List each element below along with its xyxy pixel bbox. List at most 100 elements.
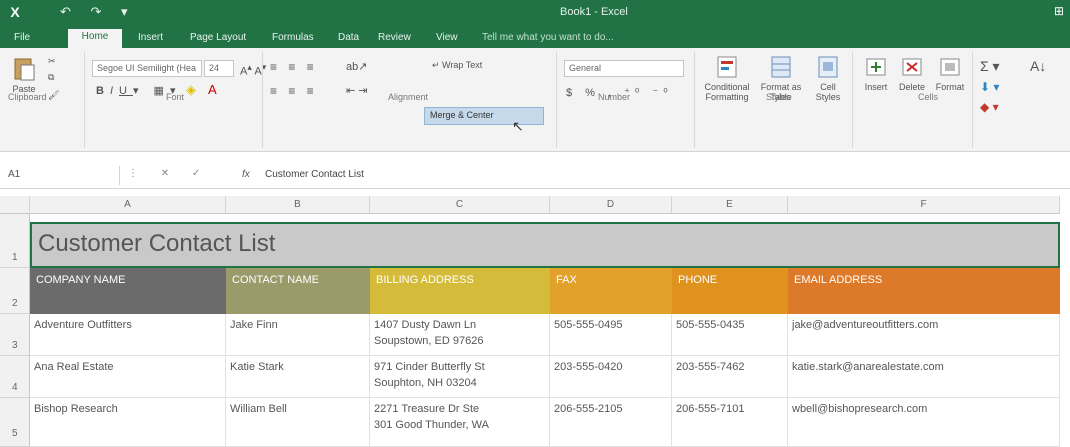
column-header-b[interactable]: B bbox=[226, 196, 370, 214]
cell-styles-button[interactable]: Cell Styles bbox=[808, 54, 848, 102]
column-header-a[interactable]: A bbox=[30, 196, 226, 214]
paste-button[interactable]: Paste bbox=[6, 56, 42, 94]
clear-icon[interactable]: ◆ ▾ bbox=[980, 100, 999, 114]
wrap-text-label: Wrap Text bbox=[442, 60, 483, 70]
tab-view[interactable]: View bbox=[432, 30, 462, 48]
cells-group-label: Cells bbox=[918, 92, 939, 102]
quick-access-toolbar[interactable]: ↶ ↷ ▾ bbox=[60, 4, 136, 20]
format-cells-button[interactable]: Format bbox=[932, 54, 968, 92]
address-line-2: Souphton, NH 03204 bbox=[374, 377, 477, 389]
cell-phone[interactable]: 505-555-0435 bbox=[672, 314, 788, 356]
sheet-title: Customer Contact List bbox=[38, 230, 276, 257]
header-company-name[interactable]: COMPANY NAME bbox=[30, 268, 226, 314]
column-header-f[interactable]: F bbox=[788, 196, 1060, 214]
fill-color-icon[interactable]: ◈ bbox=[186, 82, 196, 98]
tab-file[interactable]: File bbox=[10, 30, 34, 48]
mouse-pointer-icon: ↖ bbox=[512, 118, 524, 134]
insert-cells-button[interactable]: Insert bbox=[860, 54, 892, 92]
header-contact-name[interactable]: CONTACT NAME bbox=[226, 268, 370, 314]
address-line-1: 2271 Treasure Dr Ste bbox=[374, 403, 480, 415]
cell-email[interactable]: wbell@bishopresearch.com bbox=[788, 398, 1060, 447]
cell-email[interactable]: katie.stark@anarealestate.com bbox=[788, 356, 1060, 398]
title-bar: X ↶ ↷ ▾ Book1 - Excel ⊞ bbox=[0, 0, 1070, 26]
format-as-table-icon bbox=[771, 56, 791, 78]
format-painter-icon[interactable]: 🖌 bbox=[48, 90, 59, 101]
cell-contact[interactable]: William Bell bbox=[226, 398, 370, 447]
excel-logo-icon: X bbox=[10, 4, 20, 20]
delete-cells-button[interactable]: Delete bbox=[894, 54, 930, 92]
group-divider bbox=[972, 52, 973, 148]
column-header-c[interactable]: C bbox=[370, 196, 550, 214]
address-line-1: 1407 Dusty Dawn Ln bbox=[374, 319, 477, 331]
ribbon-display-icon[interactable]: ⊞ bbox=[1054, 4, 1064, 18]
font-group-label: Font bbox=[166, 92, 185, 102]
row-header-2[interactable]: 2 bbox=[0, 268, 30, 314]
format-cells-icon bbox=[940, 58, 960, 76]
copy-icon[interactable]: ⧉ bbox=[48, 72, 54, 83]
cell-fax[interactable]: 203-555-0420 bbox=[550, 356, 672, 398]
formula-input[interactable]: Customer Contact List bbox=[265, 169, 364, 180]
tab-formulas[interactable]: Formulas bbox=[268, 30, 318, 48]
cell-phone[interactable]: 206-555-7101 bbox=[672, 398, 788, 447]
row-header-5[interactable]: 5 bbox=[0, 398, 30, 447]
column-header-e[interactable]: E bbox=[672, 196, 788, 214]
conditional-formatting-button[interactable]: Conditional Formatting bbox=[700, 54, 754, 102]
cell-styles-icon bbox=[818, 56, 838, 78]
tab-insert[interactable]: Insert bbox=[134, 30, 167, 48]
cell-company[interactable]: Ana Real Estate bbox=[30, 356, 226, 398]
cell-address[interactable]: 2271 Treasure Dr Ste 301 Good Thunder, W… bbox=[370, 398, 550, 447]
font-size-combo[interactable]: 24 bbox=[204, 60, 234, 77]
row-header-1[interactable]: 1 bbox=[0, 214, 30, 268]
header-fax[interactable]: FAX bbox=[550, 268, 672, 314]
ribbon-tabs: File Home Insert Page Layout Formulas Da… bbox=[0, 26, 1070, 48]
header-phone[interactable]: PHONE bbox=[672, 268, 788, 314]
cell-company[interactable]: Adventure Outfitters bbox=[30, 314, 226, 356]
cell-contact[interactable]: Katie Stark bbox=[226, 356, 370, 398]
insert-cells-label: Insert bbox=[864, 82, 888, 92]
formula-action-icons[interactable]: ⋮ ✕ ✓ bbox=[128, 168, 210, 179]
cell-email[interactable]: jake@adventureoutfitters.com bbox=[788, 314, 1060, 356]
autosum-icon[interactable]: Σ ▾ bbox=[980, 58, 1000, 75]
tab-review[interactable]: Review bbox=[374, 30, 415, 48]
orientation-icon[interactable]: ab↗ bbox=[346, 60, 367, 73]
cut-icon[interactable]: ✂ bbox=[48, 56, 56, 67]
formula-bar: A1 ⋮ ✕ ✓ fx Customer Contact List bbox=[0, 163, 1070, 189]
top-align-icons[interactable]: ≡ ≡ ≡ bbox=[270, 60, 318, 74]
header-email-address[interactable]: EMAIL ADDRESS bbox=[788, 268, 1060, 314]
address-line-1: 971 Cinder Butterfly St bbox=[374, 361, 485, 373]
conditional-formatting-icon bbox=[717, 56, 737, 78]
row-header-4[interactable]: 4 bbox=[0, 356, 30, 398]
cell-contact[interactable]: Jake Finn bbox=[226, 314, 370, 356]
name-box[interactable]: A1 bbox=[0, 166, 120, 185]
clipboard-group-label: Clipboard bbox=[8, 92, 47, 102]
number-format-combo[interactable]: General bbox=[564, 60, 684, 77]
insert-cells-icon bbox=[866, 58, 886, 76]
cell-fax[interactable]: 505-555-0495 bbox=[550, 314, 672, 356]
wrap-text-button[interactable]: ↵ Wrap Text bbox=[432, 60, 482, 71]
select-all-corner[interactable] bbox=[0, 196, 30, 214]
horizontal-align-icons[interactable]: ≡ ≡ ≡ bbox=[270, 84, 318, 98]
row-header-3[interactable]: 3 bbox=[0, 314, 30, 356]
cell-company[interactable]: Bishop Research bbox=[30, 398, 226, 447]
tab-data[interactable]: Data bbox=[334, 30, 363, 48]
header-billing-address[interactable]: BILLING ADDRESS bbox=[370, 268, 550, 314]
fx-icon[interactable]: fx bbox=[242, 169, 250, 180]
font-name-combo[interactable]: Segoe UI Semilight (Hea bbox=[92, 60, 202, 77]
sort-filter-icon[interactable]: A↓ bbox=[1030, 58, 1046, 74]
cell-phone[interactable]: 203-555-7462 bbox=[672, 356, 788, 398]
indent-icons[interactable]: ⇤ ⇥ bbox=[346, 84, 368, 97]
format-cells-label: Format bbox=[935, 82, 965, 92]
tab-home[interactable]: Home bbox=[68, 29, 122, 48]
group-divider bbox=[84, 52, 85, 148]
column-header-d[interactable]: D bbox=[550, 196, 672, 214]
tell-me-search[interactable]: Tell me what you want to do... bbox=[478, 30, 618, 48]
cell-address[interactable]: 971 Cinder Butterfly St Souphton, NH 032… bbox=[370, 356, 550, 398]
cell-fax[interactable]: 206-555-2105 bbox=[550, 398, 672, 447]
tab-page-layout[interactable]: Page Layout bbox=[186, 30, 250, 48]
font-color-icon[interactable]: A bbox=[208, 82, 217, 97]
styles-group-label: Styles bbox=[766, 92, 791, 102]
cell-address[interactable]: 1407 Dusty Dawn Ln Soupstown, ED 97626 bbox=[370, 314, 550, 356]
group-divider bbox=[694, 52, 695, 148]
fill-icon[interactable]: ⬇ ▾ bbox=[980, 80, 999, 94]
cell-styles-label: Cell Styles bbox=[815, 82, 841, 102]
